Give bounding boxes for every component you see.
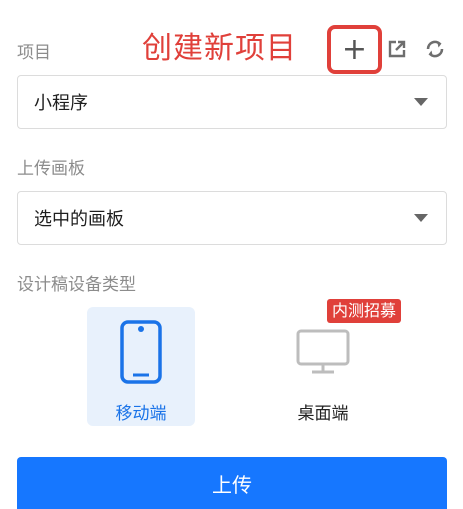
caret-down-icon [414, 98, 428, 106]
create-project-annotation: 创建新项目 [142, 31, 297, 66]
caret-down-icon [414, 214, 428, 222]
project-select[interactable]: 小程序 [17, 75, 447, 129]
plus-icon: + [341, 31, 368, 67]
device-option-desktop[interactable]: 桌面端 [269, 307, 377, 426]
project-label: 项目 [17, 43, 51, 63]
upload-board-select[interactable]: 选中的画板 [17, 191, 447, 245]
device-option-desktop-label: 桌面端 [297, 404, 349, 424]
upload-board-select-value: 选中的画板 [34, 209, 124, 230]
mobile-phone-icon [120, 320, 162, 384]
device-option-mobile-label: 移动端 [115, 404, 167, 424]
device-option-mobile[interactable]: 移动端 [87, 307, 195, 426]
external-link-icon [388, 40, 406, 58]
refresh-icon [426, 40, 444, 58]
project-select-value: 小程序 [34, 93, 88, 114]
beta-recruit-badge: 内测招募 [327, 299, 402, 323]
desktop-monitor-icon [296, 329, 350, 374]
export-button[interactable] [384, 36, 410, 62]
add-project-button[interactable]: + [327, 25, 382, 74]
upload-button[interactable]: 上传 [17, 457, 447, 509]
refresh-button[interactable] [422, 36, 448, 62]
device-type-label: 设计稿设备类型 [17, 275, 136, 295]
upload-board-label: 上传画板 [17, 159, 85, 179]
